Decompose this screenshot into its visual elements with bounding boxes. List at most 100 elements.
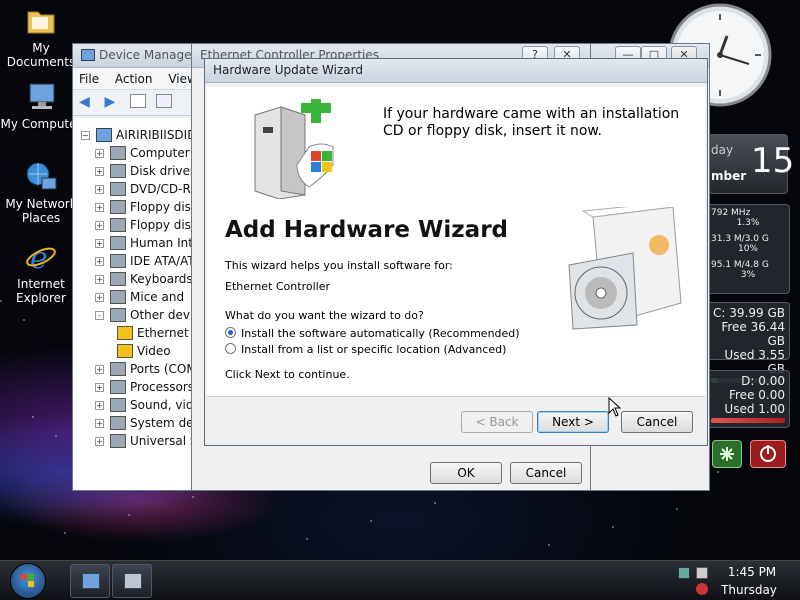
wizard-device-name: Ethernet Controller	[225, 280, 330, 293]
star	[370, 520, 372, 522]
drive-c-free: 36.44 GB	[750, 320, 785, 348]
radio-selected-icon[interactable]	[225, 327, 236, 338]
desktop-icon-network-places[interactable]: My Network Places	[0, 160, 82, 225]
menu-file[interactable]: File	[79, 72, 99, 86]
device-icon	[110, 254, 126, 268]
virtual-memory-percent: 3%	[740, 270, 756, 280]
back-button[interactable]: < Back	[461, 411, 533, 433]
expand-icon[interactable]: +	[95, 238, 104, 248]
memory-usage-percent: 10%	[737, 244, 758, 254]
menu-action[interactable]: Action	[115, 72, 153, 86]
star	[32, 416, 34, 418]
drive-d-gadget: D: 0.00 Free 0.00 Used 1.00	[706, 370, 790, 428]
device-icon	[110, 218, 126, 232]
tree-item-label: Ethernet	[137, 326, 189, 340]
windows-logo-icon	[21, 574, 34, 587]
back-arrow-icon[interactable]: ◀	[79, 94, 95, 110]
expand-icon[interactable]: +	[95, 400, 104, 410]
power-button[interactable]	[750, 440, 786, 468]
tree-item-label: Disk drives	[130, 164, 197, 178]
taskbar-clock-day[interactable]: Thursday	[714, 583, 784, 597]
drive-d-label: D:	[741, 374, 755, 388]
start-button[interactable]	[10, 563, 46, 599]
taskbar-wizard[interactable]	[112, 564, 152, 598]
alert-icon[interactable]	[696, 583, 708, 595]
device-manager-icon	[81, 49, 95, 61]
expand-icon[interactable]: +	[95, 364, 104, 374]
install-from-list-radio[interactable]: Install from a list or specific location…	[225, 343, 506, 356]
properties-icon[interactable]	[130, 94, 146, 108]
device-icon	[110, 182, 126, 196]
drive-d-total: 0.00	[758, 374, 785, 388]
tree-root-label: AIRIRIBIISDIDI	[116, 128, 200, 142]
star	[434, 502, 436, 504]
desktop-icon-my-documents[interactable]: My Documents	[0, 4, 82, 69]
tree-item-label: Mice and	[130, 290, 185, 304]
calendar-gadget: day mber 15	[708, 134, 794, 194]
view-icon[interactable]	[155, 94, 172, 108]
cpu-usage-percent: 1.3%	[736, 218, 760, 228]
device-icon	[110, 308, 126, 322]
desktop-icon-label: Internet Explorer	[16, 277, 66, 305]
star	[717, 471, 719, 473]
expand-icon[interactable]: +	[95, 202, 104, 212]
drive-d-usage-bar	[711, 418, 785, 423]
expand-icon[interactable]: +	[95, 256, 104, 266]
drive-d-usage-fill	[711, 418, 785, 423]
computer-icon	[24, 80, 58, 114]
drive-d-free-label: Free	[728, 388, 755, 402]
volume-icon[interactable]	[696, 567, 708, 579]
network-icon[interactable]	[678, 567, 690, 579]
taskbar-clock-time[interactable]: 1:45 PM	[722, 565, 782, 579]
expand-icon[interactable]: +	[95, 148, 104, 158]
cancel-button[interactable]: Cancel	[621, 411, 693, 433]
expand-icon[interactable]: +	[95, 274, 104, 284]
next-button[interactable]: Next >	[537, 411, 609, 433]
wizard-helps-text: This wizard helps you install software f…	[225, 259, 453, 272]
install-automatically-radio[interactable]: Install the software automatically (Reco…	[225, 327, 520, 340]
desktop-icon-my-computer[interactable]: My Computer	[0, 80, 82, 131]
ok-button[interactable]: OK	[430, 462, 502, 484]
expand-icon[interactable]: +	[95, 220, 104, 230]
expand-icon[interactable]: +	[95, 418, 104, 428]
wizard-main-title: Add Hardware Wizard	[225, 217, 508, 243]
device-manager-title: Device Manager	[99, 48, 197, 62]
expand-icon[interactable]: +	[95, 436, 104, 446]
refresh-button[interactable]	[712, 440, 742, 468]
star	[23, 319, 25, 321]
expand-icon[interactable]: +	[95, 166, 104, 176]
collapse-icon[interactable]: −	[81, 130, 90, 140]
tree-item-label: Floppy disk	[130, 218, 198, 232]
add-hardware-icon	[251, 93, 341, 200]
radio-unselected-icon[interactable]	[225, 343, 236, 354]
device-icon	[110, 380, 126, 394]
forward-arrow-icon[interactable]: ▶	[105, 94, 121, 110]
wizard-question: What do you want the wizard to do?	[225, 309, 424, 322]
expand-icon[interactable]: +	[95, 184, 104, 194]
wizard-icon	[124, 573, 142, 589]
taskbar-device-manager[interactable]	[70, 564, 110, 598]
cancel-button[interactable]: Cancel	[510, 462, 582, 484]
mouse-cursor-icon	[608, 397, 622, 417]
star	[55, 435, 57, 437]
hardware-update-wizard: Hardware Update Wizard If your hardware …	[204, 58, 708, 446]
network-globe-icon	[24, 160, 58, 194]
system-tray	[676, 565, 716, 597]
calendar-day-name: day	[711, 143, 734, 157]
power-icon	[760, 445, 776, 462]
device-icon	[110, 290, 126, 304]
calendar-month: mber	[711, 169, 747, 183]
memory-usage: 31.3 M/3.0 G	[711, 234, 769, 244]
cpu-frequency: 792 MHz	[711, 208, 751, 218]
tree-item-label: Video	[137, 344, 171, 358]
collapse-icon[interactable]: -	[95, 310, 104, 320]
wizard-continue-text: Click Next to continue.	[225, 368, 350, 381]
expand-icon[interactable]: +	[95, 382, 104, 392]
expand-icon[interactable]: +	[95, 292, 104, 302]
device-icon	[110, 434, 126, 448]
wizard-titlebar: Hardware Update Wizard	[205, 59, 707, 83]
wizard-heading: If your hardware came with an installati…	[383, 106, 680, 139]
desktop-icon-internet-explorer[interactable]: e Internet Explorer	[0, 240, 82, 305]
cpu-meter-gadget: 792 MHz 1.3% 31.3 M/3.0 G 10% 95.1 M/4.8…	[706, 204, 790, 294]
device-icon	[110, 146, 126, 160]
